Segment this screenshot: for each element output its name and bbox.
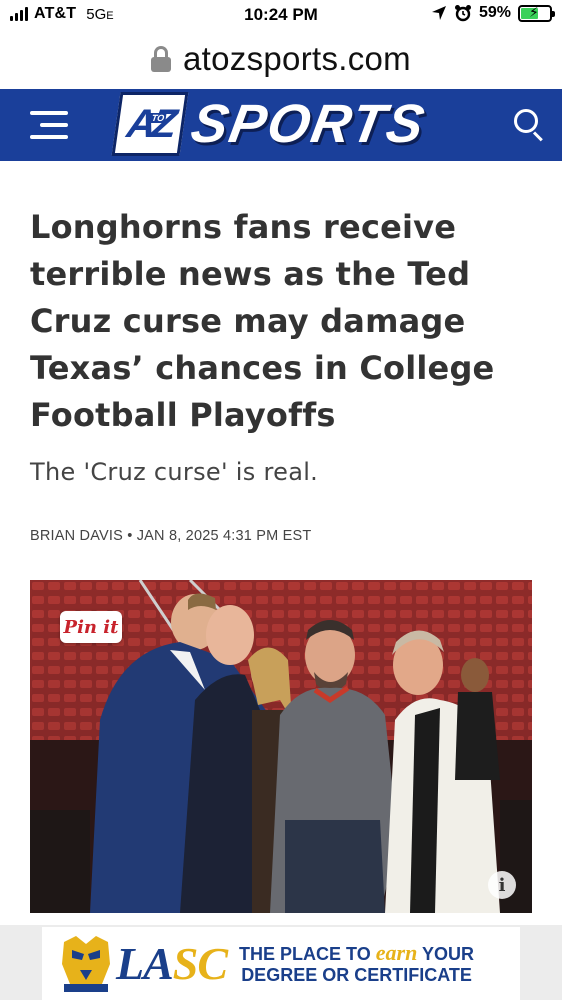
article-subhead: The 'Cruz curse' is real. bbox=[30, 458, 319, 486]
site-header: AZ TO SPORTS bbox=[0, 89, 562, 161]
author-name[interactable]: BRIAN DAVIS bbox=[30, 528, 123, 544]
article-hero-image[interactable]: Pin it i bbox=[30, 580, 532, 913]
url-text[interactable]: atozsports.com bbox=[183, 40, 411, 78]
ad-banner: LASC THE PLACE TO earn YOUR DEGREE OR CE… bbox=[0, 925, 562, 1000]
article-byline: BRIAN DAVIS • JAN 8, 2025 4:31 PM EST bbox=[30, 528, 311, 544]
search-icon bbox=[514, 109, 538, 133]
lasc-logo: LASC bbox=[116, 938, 228, 989]
alarm-clock-icon bbox=[454, 5, 471, 22]
menu-line-icon bbox=[40, 123, 68, 127]
menu-line-icon bbox=[30, 135, 68, 139]
logo-az-badge: AZ TO bbox=[111, 92, 189, 156]
article-headline: Longhorns fans receive terrible news as … bbox=[30, 208, 495, 434]
cougar-mascot-icon bbox=[62, 935, 110, 992]
status-bar-right: 59% ⚡ bbox=[431, 3, 555, 22]
site-logo[interactable]: AZ TO SPORTS bbox=[111, 91, 430, 157]
logo-wordmark: SPORTS bbox=[186, 94, 431, 154]
ad-tagline: THE PLACE TO earn YOUR DEGREE OR CERTIFI… bbox=[239, 939, 475, 985]
lasc-advertisement[interactable]: LASC THE PLACE TO earn YOUR DEGREE OR CE… bbox=[42, 927, 520, 1000]
battery-percent: 59% bbox=[478, 4, 511, 21]
status-bar: AT&T 5GE 10:24 PM 59% ⚡ bbox=[0, 0, 562, 30]
menu-line-icon bbox=[30, 111, 68, 115]
info-icon[interactable]: i bbox=[488, 871, 516, 899]
hamburger-menu-button[interactable] bbox=[30, 111, 68, 139]
byline-separator: • bbox=[127, 528, 133, 544]
publish-date: JAN 8, 2025 4:31 PM EST bbox=[136, 528, 312, 544]
pinterest-save-button[interactable]: Pin it bbox=[60, 611, 122, 643]
location-arrow-icon bbox=[431, 6, 446, 20]
battery-icon: ⚡ bbox=[518, 3, 555, 22]
browser-url-bar[interactable]: atozsports.com bbox=[0, 30, 562, 88]
charging-bolt-icon: ⚡ bbox=[529, 3, 539, 20]
lock-icon bbox=[151, 46, 172, 72]
search-button[interactable] bbox=[512, 107, 546, 142]
